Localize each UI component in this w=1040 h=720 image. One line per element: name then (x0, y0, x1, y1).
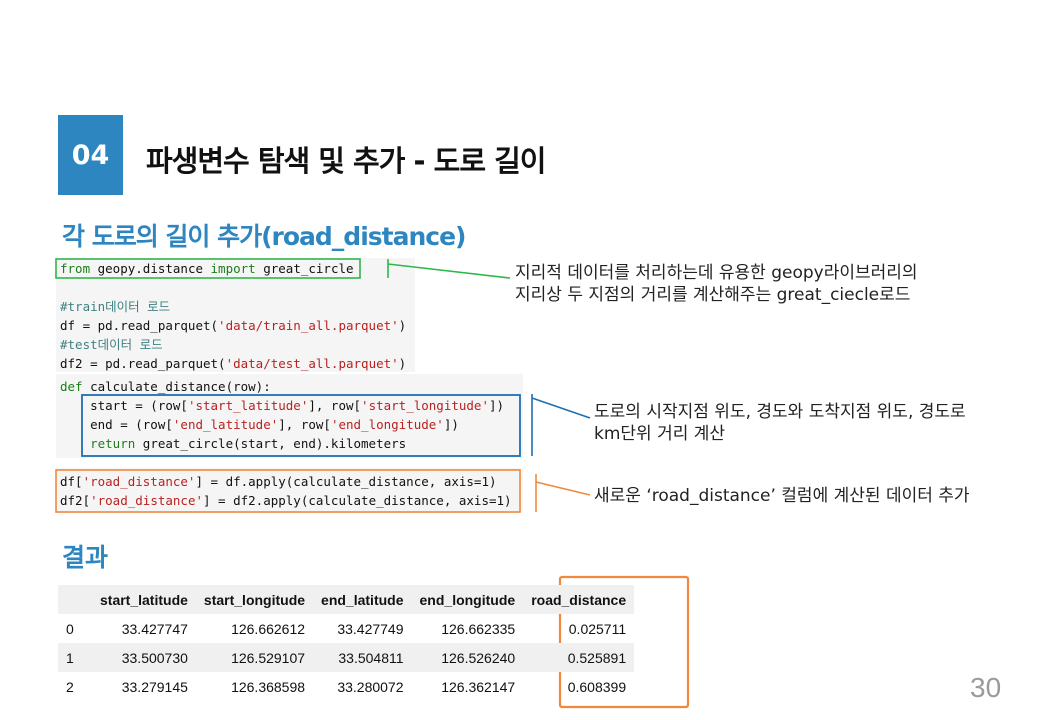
table-cell: 33.280072 (337, 678, 404, 695)
table-row: 1 33.500730 126.529107 33.504811 126.526… (58, 643, 635, 672)
green-connector (387, 263, 511, 279)
blue-connector (531, 397, 591, 419)
table-cell: 33.427747 (121, 620, 188, 637)
table-cell: 126.529107 (231, 649, 306, 666)
result-dataframe-table: start_latitude start_longitude end_latit… (58, 585, 635, 701)
table-cell-road-distance: 0.608399 (567, 678, 627, 695)
column-header: end_latitude (321, 591, 404, 608)
result-heading: 결과 (62, 543, 109, 572)
function-highlight-box (81, 394, 521, 457)
annotation-geopy: 지리적 데이터를 처리하는데 유용한 geopy라이브러리의 지리상 두 지점의… (515, 262, 918, 306)
import-highlight-box (55, 258, 361, 279)
annotation-distance-calc-line2: km단위 거리 계산 (594, 424, 726, 444)
row-index: 2 (66, 678, 74, 695)
row-index: 1 (66, 649, 74, 666)
table-cell-road-distance: 0.525891 (567, 649, 627, 666)
annotation-new-column: 새로운 ‘road_distance’ 컬럼에 계산된 데이터 추가 (594, 485, 970, 507)
annotation-distance-calc: 도로의 시작지점 위도, 경도와 도착지점 위도, 경도로 km단위 거리 계산 (594, 401, 966, 445)
annotation-new-column-line1: 새로운 ‘road_distance’ 컬럼에 계산된 데이터 추가 (594, 486, 970, 506)
table-cell: 33.279145 (121, 678, 188, 695)
table-cell: 33.427749 (337, 620, 404, 637)
table-row: 0 33.427747 126.662612 33.427749 126.662… (58, 614, 634, 643)
table-header-row: start_latitude start_longitude end_latit… (58, 585, 635, 614)
column-header-road-distance: road_distance (531, 591, 627, 608)
column-header: end_longitude (419, 591, 516, 608)
apply-highlight-box (55, 469, 521, 513)
table-cell-road-distance: 0.025711 (568, 620, 627, 637)
table-cell: 126.662612 (231, 620, 306, 637)
orange-connector (535, 481, 591, 496)
annotation-geopy-line1: 지리적 데이터를 처리하는데 유용한 geopy라이브러리의 (515, 263, 918, 283)
page-number: 30 (970, 672, 1002, 703)
table-cell: 33.504811 (338, 649, 404, 666)
table-cell: 33.500730 (121, 649, 188, 666)
table-row: 2 33.279145 126.368598 33.280072 126.362… (58, 672, 634, 701)
row-index: 0 (66, 620, 74, 637)
table-cell: 126.526240 (441, 649, 516, 666)
table-cell: 126.362147 (441, 678, 516, 695)
table-cell: 126.662335 (441, 620, 516, 637)
table-cell: 126.368598 (231, 678, 306, 695)
annotation-geopy-line2: 지리상 두 지점의 거리를 계산해주는 great_ciecle로드 (515, 285, 911, 305)
annotation-distance-calc-line1: 도로의 시작지점 위도, 경도와 도착지점 위도, 경도로 (594, 402, 966, 422)
column-header-index (58, 585, 92, 614)
column-header: start_latitude (100, 591, 188, 608)
column-header: start_longitude (203, 591, 306, 608)
